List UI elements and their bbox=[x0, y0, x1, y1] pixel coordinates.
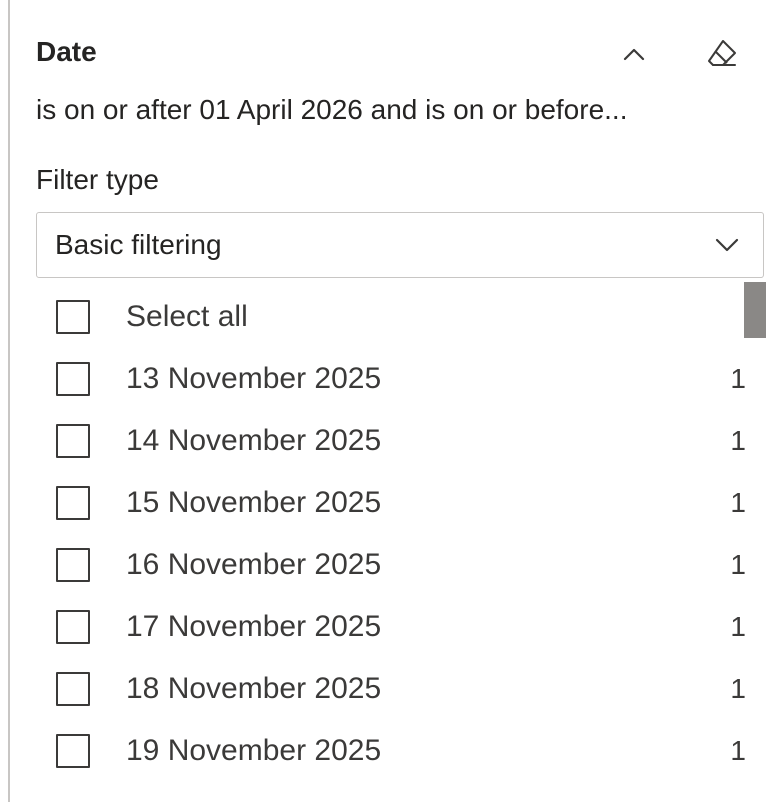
chevron-down-icon bbox=[715, 238, 739, 252]
list-item[interactable]: 16 November 2025 1 bbox=[36, 530, 746, 592]
list-item[interactable]: 18 November 2025 1 bbox=[36, 654, 746, 716]
collapse-button[interactable] bbox=[612, 32, 656, 76]
item-label: 19 November 2025 bbox=[126, 734, 382, 767]
item-checkbox[interactable] bbox=[56, 672, 90, 706]
list-item[interactable]: 14 November 2025 1 bbox=[36, 406, 746, 468]
item-count: 1 bbox=[730, 363, 746, 394]
eraser-icon bbox=[708, 40, 736, 66]
list-scrollbar-thumb[interactable] bbox=[744, 282, 766, 338]
item-label: 17 November 2025 bbox=[126, 610, 382, 643]
item-label: 15 November 2025 bbox=[126, 486, 382, 519]
item-checkbox[interactable] bbox=[56, 734, 90, 768]
select-all-checkbox[interactable] bbox=[56, 300, 90, 334]
item-count: 1 bbox=[730, 735, 746, 766]
item-count: 1 bbox=[730, 425, 746, 456]
chevron-up-icon bbox=[623, 48, 645, 61]
item-label: 16 November 2025 bbox=[126, 548, 382, 581]
item-count: 1 bbox=[730, 611, 746, 642]
item-count: 1 bbox=[730, 487, 746, 518]
list-item[interactable]: 15 November 2025 1 bbox=[36, 468, 746, 530]
item-label: 18 November 2025 bbox=[126, 672, 382, 705]
filter-type-value: Basic filtering bbox=[55, 229, 222, 260]
filter-title: Date bbox=[36, 36, 97, 67]
filter-summary: is on or after 01 April 2026 and is on o… bbox=[36, 94, 628, 125]
list-item[interactable]: 17 November 2025 1 bbox=[36, 592, 746, 654]
filter-type-dropdown[interactable]: Basic filtering bbox=[36, 212, 764, 278]
filter-type-label: Filter type bbox=[36, 164, 159, 195]
item-label: 14 November 2025 bbox=[126, 424, 382, 457]
item-checkbox[interactable] bbox=[56, 424, 90, 458]
panel-divider bbox=[8, 0, 10, 802]
item-checkbox[interactable] bbox=[56, 362, 90, 396]
item-checkbox[interactable] bbox=[56, 548, 90, 582]
value-list: Select all 13 November 2025 1 14 Novembe… bbox=[36, 282, 768, 802]
list-item[interactable]: 19 November 2025 1 bbox=[36, 716, 746, 778]
filter-card: Date is on or after 01 April 2026 and is… bbox=[0, 0, 772, 802]
clear-filter-button[interactable] bbox=[698, 30, 746, 78]
select-all-label: Select all bbox=[126, 300, 248, 333]
item-count: 1 bbox=[730, 673, 746, 704]
item-checkbox[interactable] bbox=[56, 486, 90, 520]
item-label: 13 November 2025 bbox=[126, 362, 382, 395]
item-checkbox[interactable] bbox=[56, 610, 90, 644]
list-item[interactable]: 13 November 2025 1 bbox=[36, 344, 746, 406]
select-all-row[interactable]: Select all bbox=[36, 282, 746, 344]
item-count: 1 bbox=[730, 549, 746, 580]
